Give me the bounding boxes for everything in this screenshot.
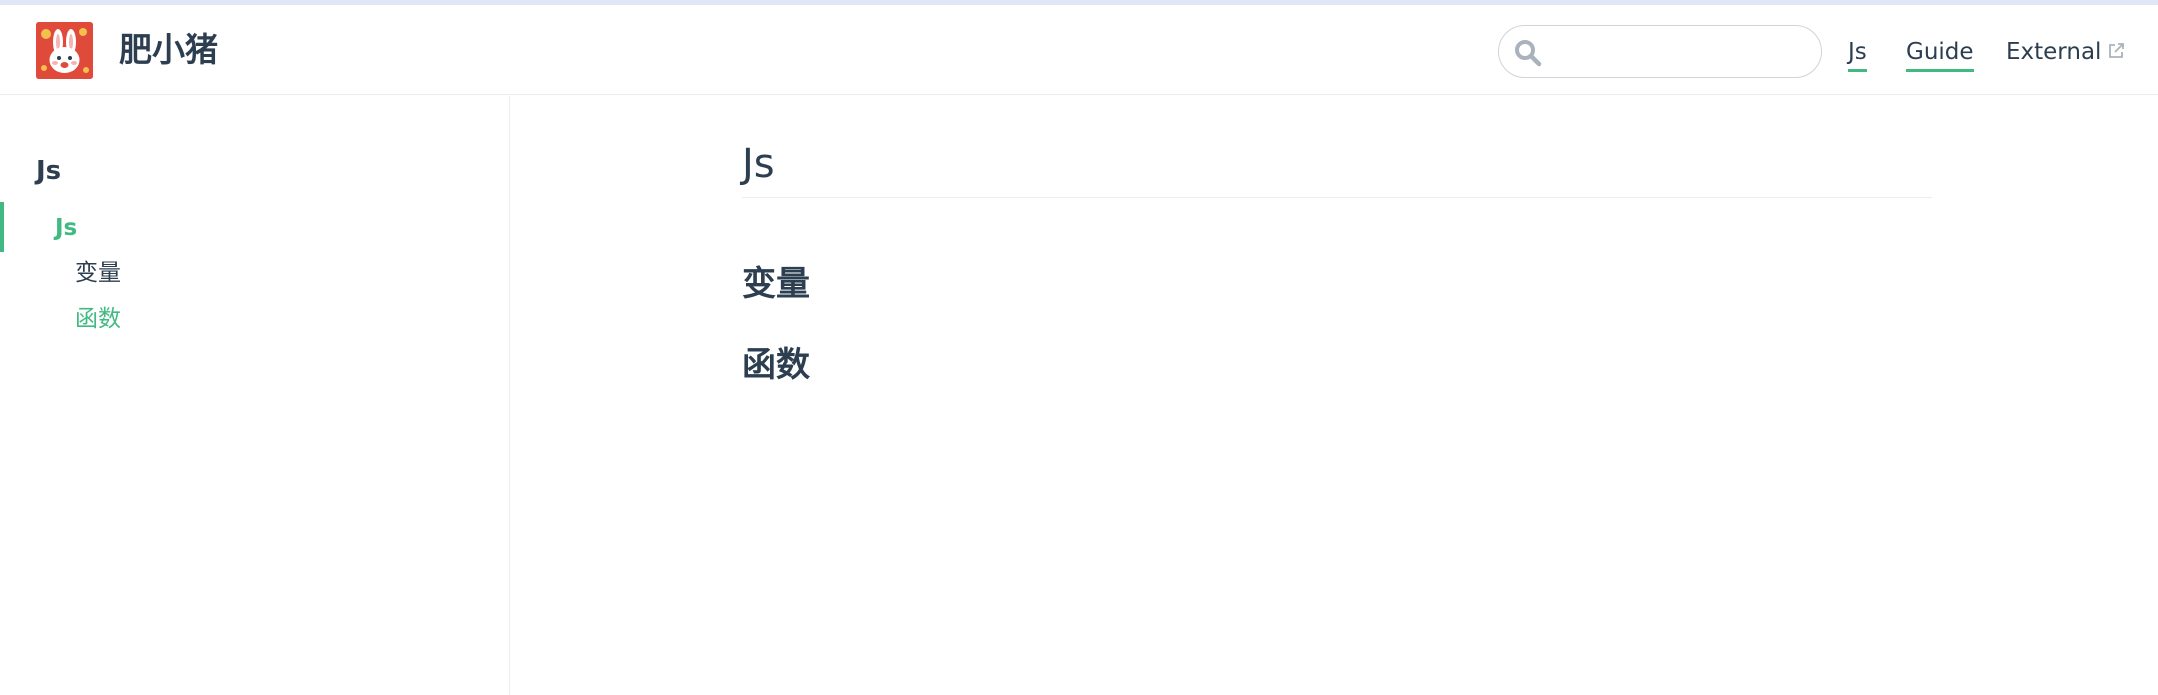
- nav-link-guide[interactable]: Guide: [1906, 37, 1974, 72]
- logo-icon[interactable]: [36, 22, 93, 79]
- section-heading-functions: 函数: [742, 345, 810, 385]
- page-title: Js: [742, 141, 775, 187]
- sidebar-item-js[interactable]: Js: [55, 213, 77, 243]
- sidebar-heading[interactable]: Js: [36, 154, 61, 188]
- site-name[interactable]: 肥小猪: [119, 29, 218, 71]
- title-divider: [742, 197, 1932, 198]
- sidebar-active-indicator: [0, 202, 4, 252]
- search-box[interactable]: [1498, 25, 1822, 78]
- search-icon: [1515, 40, 1542, 67]
- external-link-icon: [2109, 43, 2125, 58]
- search-input[interactable]: [1551, 34, 1811, 72]
- section-heading-variables: 变量: [742, 264, 810, 304]
- navbar: 肥小猪 Js Guide External: [0, 5, 2158, 95]
- nav-link-external-label: External: [2006, 39, 2102, 65]
- sidebar-item-variables[interactable]: 变量: [75, 258, 121, 288]
- nav-link-external[interactable]: External: [2006, 37, 2125, 67]
- sidebar: Js Js 变量 函数: [0, 96, 510, 695]
- sidebar-item-functions[interactable]: 函数: [75, 304, 121, 334]
- nav-link-js[interactable]: Js: [1848, 37, 1867, 72]
- rabbit-avatar-icon: [36, 22, 93, 79]
